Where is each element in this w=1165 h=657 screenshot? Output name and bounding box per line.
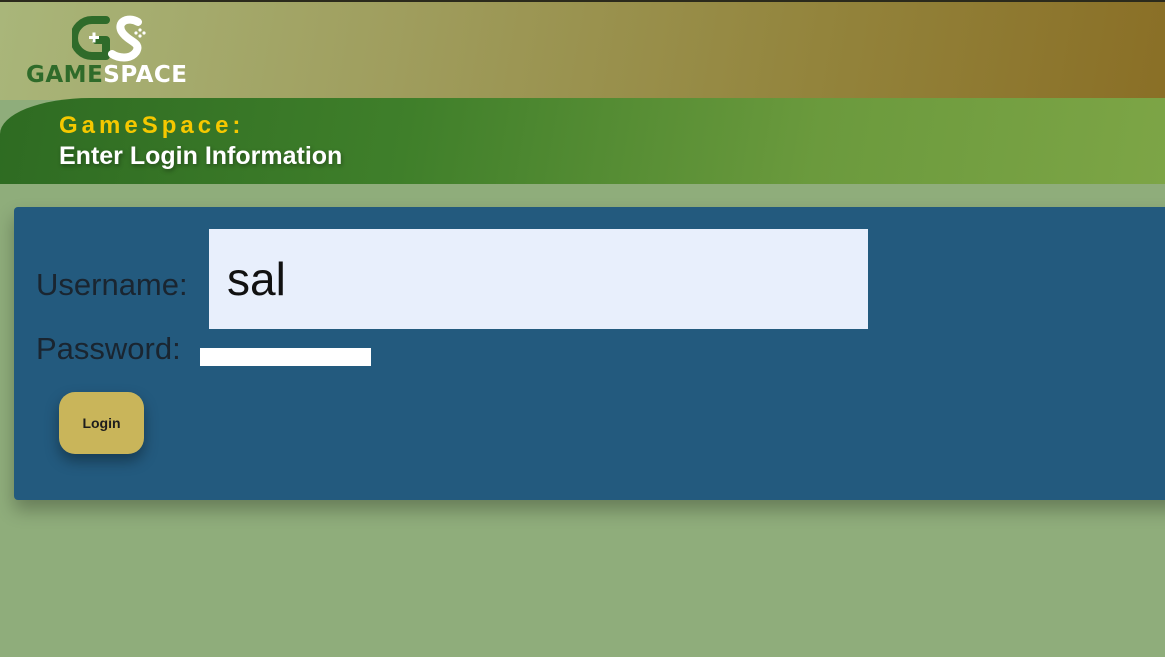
gamespace-logo[interactable]: GAMESPACE	[24, 14, 196, 90]
gamepad-gs-icon	[72, 15, 146, 62]
login-form-panel: Username: sal Password: Login	[14, 207, 1165, 500]
password-label: Password:	[36, 331, 181, 366]
password-input[interactable]	[200, 348, 371, 366]
username-label: Username:	[36, 267, 188, 302]
login-button[interactable]: Login	[59, 392, 144, 454]
logo-wordmark: GAMESPACE	[26, 62, 187, 88]
top-header: GAMESPACE	[0, 0, 1165, 100]
username-input[interactable]: sal	[209, 229, 868, 329]
title-banner: GameSpace: Enter Login Information	[0, 98, 1165, 184]
logo-word-space: SPACE	[103, 62, 188, 88]
logo-word-game: GAME	[26, 62, 104, 88]
page-title: Enter Login Information	[59, 142, 343, 170]
banner-subtitle: GameSpace:	[59, 112, 245, 139]
